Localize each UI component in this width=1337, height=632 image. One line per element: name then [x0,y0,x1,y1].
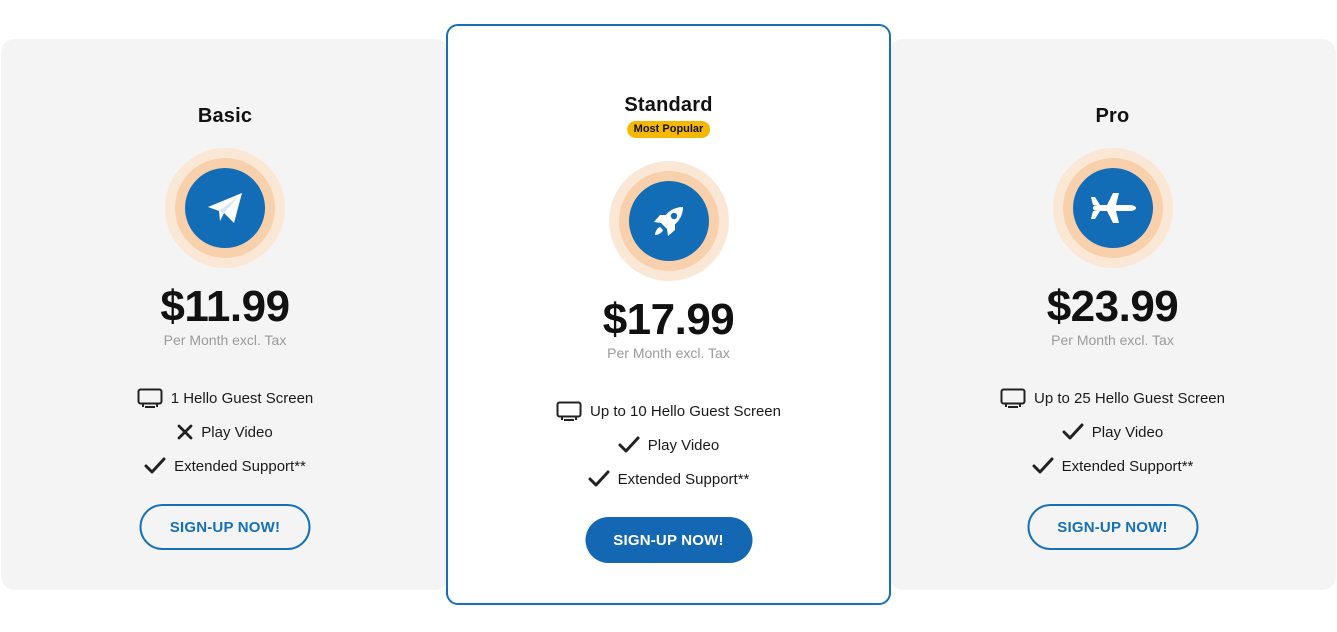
plan-price: $17.99 [602,295,735,344]
feature-text: Play Video [647,436,720,454]
pricing-section: Basic $11.99 Per Month excl. Tax 1 Hello… [0,0,1337,632]
feature-item: Play Video [1,415,449,449]
plan-icon-badge [165,148,285,268]
plan-name: Basic [197,105,253,127]
feature-item: Play Video [448,428,889,462]
check-icon [618,436,640,454]
x-icon [177,424,193,440]
check-icon [144,457,166,475]
plan-price: $23.99 [1046,282,1179,331]
monitor-icon [137,388,163,408]
signup-button-standard[interactable]: SIGN-UP NOW! [585,517,752,563]
feature-text: Play Video [1091,423,1164,441]
plan-icon-badge [608,161,729,281]
price-note: Per Month excl. Tax [607,345,730,361]
plan-price: $11.99 [160,282,290,331]
plan-name: Standard [624,94,713,116]
airplane-icon [1090,193,1136,223]
feature-item: Extended Support** [889,449,1336,483]
feature-list: 1 Hello Guest Screen Play Video Extended… [1,381,449,483]
plan-card-basic: Basic $11.99 Per Month excl. Tax 1 Hello… [1,39,449,590]
feature-item: Extended Support** [1,449,449,483]
feature-text: Up to 10 Hello Guest Screen [590,402,781,420]
most-popular-badge: Most Popular [626,121,711,138]
price-note: Per Month excl. Tax [1051,332,1174,348]
plan-name: Pro [1095,105,1130,127]
check-icon [1032,457,1054,475]
price-note: Per Month excl. Tax [163,332,287,348]
feature-text: Up to 25 Hello Guest Screen [1034,389,1225,407]
feature-list: Up to 25 Hello Guest Screen Play Video E… [889,381,1336,483]
check-icon [1062,423,1084,441]
feature-item: Extended Support** [448,462,889,496]
monitor-icon [556,401,582,421]
feature-item: 1 Hello Guest Screen [1,381,449,415]
rocket-icon [653,207,683,236]
paper-plane-icon [208,193,242,223]
plan-icon-badge [1052,148,1173,268]
feature-item: Up to 25 Hello Guest Screen [889,381,1336,415]
check-icon [588,470,610,488]
feature-text: Extended Support** [174,457,306,475]
feature-text: Extended Support** [1061,457,1194,475]
feature-text: Extended Support** [617,470,750,488]
signup-button-basic[interactable]: SIGN-UP NOW! [139,504,311,550]
feature-item: Play Video [889,415,1336,449]
plan-card-standard: Standard Most Popular $17.99 Per Month e… [446,24,891,605]
monitor-icon [1000,388,1026,408]
feature-list: Up to 10 Hello Guest Screen Play Video E… [448,394,889,496]
feature-text: 1 Hello Guest Screen [170,389,314,407]
feature-item: Up to 10 Hello Guest Screen [448,394,889,428]
signup-button-pro[interactable]: SIGN-UP NOW! [1027,504,1198,550]
plan-card-pro: Pro $23.99 Per Month excl. Tax Up to 25 [889,39,1336,590]
feature-text: Play Video [201,423,273,441]
